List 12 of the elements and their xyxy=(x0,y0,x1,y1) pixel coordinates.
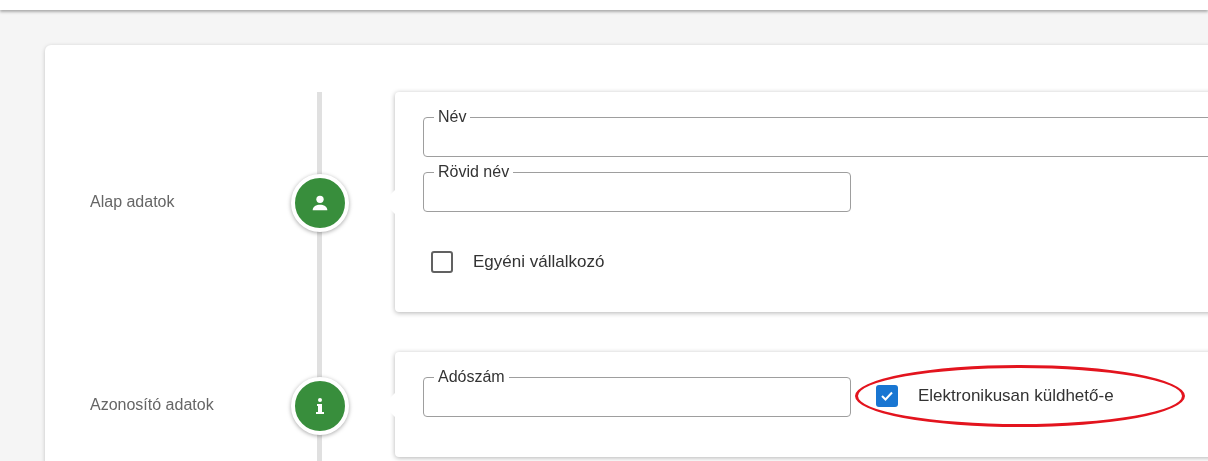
input-field[interactable]: Rövid név xyxy=(423,163,851,212)
field-label: Adószám xyxy=(438,368,505,385)
checkbox-label: Elektronikusan küldhető-e xyxy=(918,385,1114,408)
field-label: Név xyxy=(438,108,467,125)
step-label: Azonosító adatok xyxy=(90,394,214,415)
checkbox[interactable] xyxy=(431,251,453,273)
checkbox-label: Egyéni vállalkozó xyxy=(473,251,605,274)
field-label: Rövid név xyxy=(438,163,510,180)
input-field[interactable]: Név xyxy=(423,108,1208,157)
checkbox[interactable] xyxy=(876,385,898,407)
input-field[interactable]: Adószám xyxy=(423,368,851,417)
step-label: Alap adatok xyxy=(90,192,175,212)
